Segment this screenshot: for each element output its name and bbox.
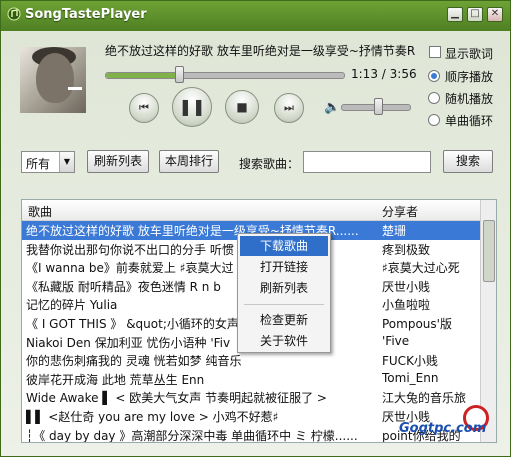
volume-icon[interactable]: 🔈 — [324, 100, 340, 115]
next-button[interactable]: ⏭ — [274, 93, 304, 123]
mode-radio-sequential[interactable] — [428, 70, 440, 82]
progress-fill — [106, 73, 180, 78]
filter-value: 所有 — [26, 157, 51, 171]
close-button[interactable]: ✕ — [487, 7, 503, 22]
progress-track[interactable] — [105, 72, 345, 79]
previous-icon: ⏮ — [139, 101, 149, 114]
sharer-cell: ♯哀莫大过心死 — [382, 261, 460, 276]
stop-button[interactable]: ■ — [225, 90, 259, 124]
sharer-cell: 楚珊 — [382, 224, 407, 238]
weekly-chart-button[interactable]: 本周排行 — [159, 150, 219, 173]
minimize-button[interactable]: ▁ — [447, 7, 463, 22]
watermark-text: Gogtpc.com — [399, 421, 487, 436]
time-separator: / — [381, 67, 386, 81]
song-cell: ▌▌ <赵仕奇 you are my love > 小鸡不好惹♯ — [26, 409, 279, 424]
time-display: 1:13 / 3:56 — [351, 67, 417, 81]
menu-item-download-song[interactable]: 下载歌曲 — [240, 236, 328, 256]
table-row[interactable]: Wide Awake ▌ < 欧美大气女声 节奏明起就被征服了 > 江大兔的音乐旅 — [22, 388, 482, 407]
search-input[interactable] — [303, 151, 431, 173]
stop-icon: ■ — [236, 100, 248, 114]
refresh-list-button[interactable]: 刷新列表 — [87, 150, 149, 173]
pause-button[interactable]: ❚❚ — [172, 87, 212, 127]
scrollbar-thumb[interactable] — [483, 220, 495, 282]
sharer-cell: 'Five — [382, 333, 410, 348]
menu-item-check-update[interactable]: 检查更新 — [240, 310, 328, 330]
sharer-cell: 厌世小贱 — [382, 279, 431, 294]
column-header-song[interactable]: 歌曲 — [28, 203, 52, 220]
show-lyrics-label: 显示歌词 — [445, 47, 494, 61]
minimize-icon: ▁ — [451, 8, 459, 19]
volume-thumb[interactable] — [374, 98, 384, 115]
album-cover-image — [20, 47, 86, 113]
maximize-button[interactable]: □ — [467, 7, 483, 22]
sharer-cell: Tomi_Enn — [382, 370, 439, 385]
sharer-cell: 江大兔的音乐旅 — [382, 391, 467, 406]
search-label: 搜索歌曲： — [239, 157, 300, 171]
sharer-cell: Pompous'版 — [382, 316, 452, 331]
next-icon: ⏭ — [284, 101, 294, 114]
player-window: SongTastePlayer ▁ □ ✕ 绝不放过这样的好歌 放车里听绝对是一… — [0, 0, 511, 457]
filter-select[interactable]: 所有 ▼ — [21, 151, 75, 173]
mode-label-random: 随机播放 — [445, 92, 494, 106]
menu-item-about[interactable]: 关于软件 — [240, 331, 328, 351]
menu-separator — [244, 304, 324, 305]
app-logo-icon — [7, 7, 21, 21]
song-cell: Wide Awake ▌ < 欧美大气女声 节奏明起就被征服了 > — [26, 391, 327, 406]
song-cell: 彼岸花开成海 此地 荒草丛生 Enn — [26, 372, 205, 387]
table-row[interactable]: 彼岸花开成海 此地 荒草丛生 Enn Tomi_Enn — [22, 370, 482, 389]
sharer-cell: FUCK小贱 — [382, 354, 438, 369]
sharer-cell: 小鱼啦啦 — [382, 298, 431, 313]
context-menu: 下载歌曲 打开链接 刷新列表 检查更新 关于软件 — [237, 233, 331, 353]
menu-item-refresh-list[interactable]: 刷新列表 — [240, 278, 328, 298]
menu-item-open-link[interactable]: 打开链接 — [240, 257, 328, 277]
now-playing-title: 绝不放过这样的好歌 放车里听绝对是一级享受~抒情节奏R — [105, 44, 416, 58]
previous-button[interactable]: ⏮ — [129, 93, 159, 123]
search-button[interactable]: 搜索 — [443, 150, 493, 173]
mode-radio-random[interactable] — [428, 92, 440, 104]
table-row[interactable]: 你的悲伤刺痛我的 灵魂 恍若如梦 纯音乐 FUCK小贱 — [22, 351, 482, 370]
song-cell: 你的悲伤刺痛我的 灵魂 恍若如梦 纯音乐 — [26, 354, 242, 369]
window-title: SongTastePlayer — [25, 7, 147, 22]
sharer-cell: 疼到极致 — [382, 242, 431, 257]
maximize-icon: □ — [470, 8, 480, 19]
mode-radio-repeat-one[interactable] — [428, 114, 440, 126]
close-icon: ✕ — [490, 8, 500, 19]
time-total: 3:56 — [389, 67, 417, 81]
chevron-down-icon[interactable]: ▼ — [59, 152, 74, 172]
show-lyrics-checkbox[interactable] — [429, 46, 441, 58]
title-bar[interactable]: SongTastePlayer ▁ □ ✕ — [1, 1, 510, 29]
pause-icon: ❚❚ — [178, 97, 206, 116]
list-header: 歌曲 分享者 — [22, 200, 482, 221]
time-current: 1:13 — [351, 67, 378, 81]
song-cell: ┆《 day by day 》高潮部分深深中毒 单曲循环中 ミ 柠檬...... — [26, 428, 358, 443]
column-header-sharer[interactable]: 分享者 — [382, 203, 418, 220]
mode-label-sequential: 顺序播放 — [445, 70, 494, 84]
progress-thumb[interactable] — [174, 66, 184, 83]
mode-label-repeat-one: 单曲循环 — [445, 114, 494, 128]
